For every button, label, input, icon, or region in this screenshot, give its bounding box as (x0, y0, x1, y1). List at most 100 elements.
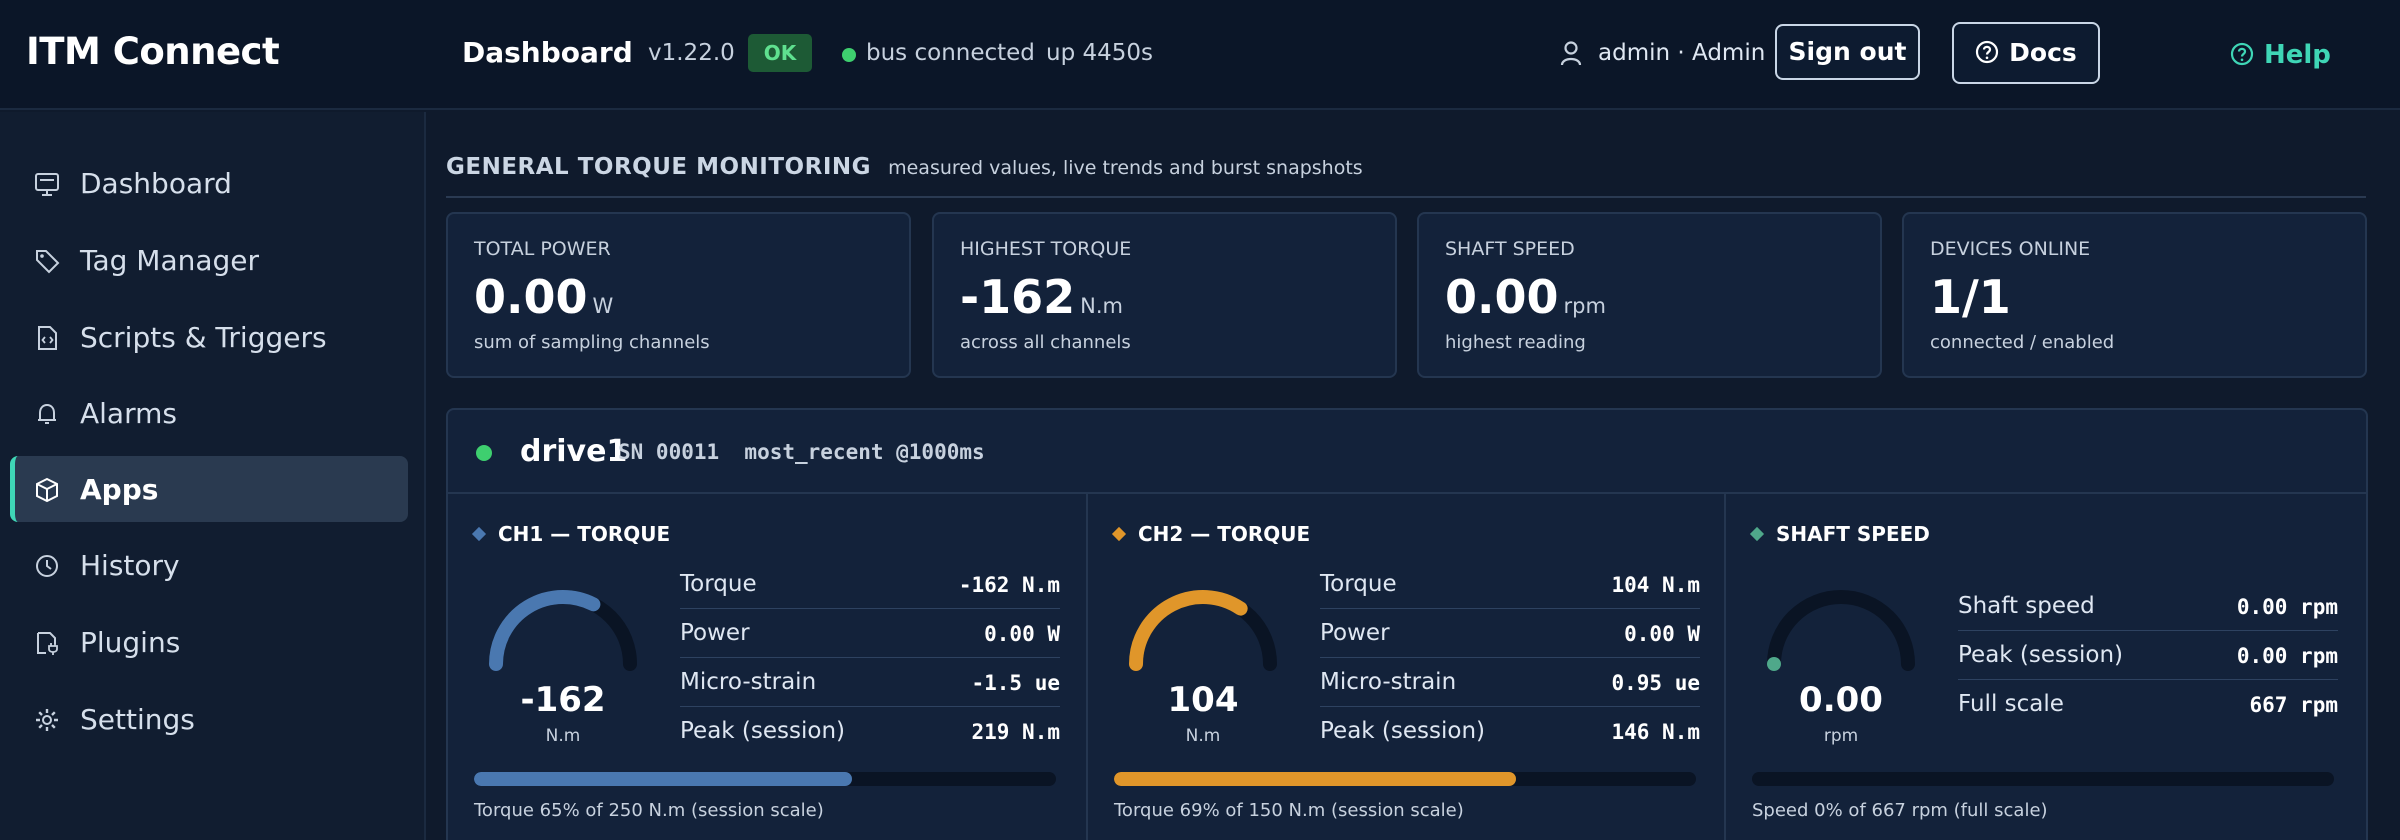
sidebar-item-label: Apps (80, 473, 159, 506)
metric-value: 219 N.m (971, 720, 1060, 744)
kpi-value: 0.00 rpm (1445, 270, 1606, 324)
metric-row: Power 0.00 W (680, 609, 1060, 658)
metric-value: 667 rpm (2249, 693, 2338, 717)
sidebar-item-label: Tag Manager (80, 244, 260, 277)
tag-icon (36, 250, 60, 274)
metric-value: 104 N.m (1611, 573, 1700, 597)
sidebar-item-label: Plugins (80, 626, 181, 659)
sidebar-item-label: Dashboard (80, 167, 232, 200)
page-title: Dashboard (462, 36, 633, 69)
metric-row: Peak (session) 219 N.m (680, 707, 1060, 756)
version-label: v1.22.0 (648, 40, 735, 66)
device-name: drive1 (520, 434, 628, 469)
metrics-table: Shaft speed 0.00 rpm Peak (session) 0.00 r… (1958, 582, 2338, 729)
metric-value: -1.5 ue (971, 671, 1060, 695)
kpi-card-devices-online: DEVICES ONLINE 1/1 connected / enabled (1902, 212, 2367, 378)
kpi-label: SHAFT SPEED (1445, 238, 1575, 260)
channel-panel-shaft-speed: SHAFT SPEED 0.00 rpm Shaft speed 0.00 rpm… (1724, 494, 2362, 840)
sidebar-item-history[interactable]: History (10, 532, 408, 598)
kpi-label: TOTAL POWER (474, 238, 611, 260)
metric-key: Power (680, 620, 750, 646)
uptime-label: up 4450s (1046, 40, 1154, 66)
docs-label: Docs (2009, 38, 2077, 67)
user-icon (1560, 41, 1582, 66)
metric-row: Shaft speed 0.00 rpm (1958, 582, 2338, 631)
kpi-unit: N.m (1080, 294, 1123, 318)
kpi-unit: W (592, 294, 614, 318)
metric-key: Power (1320, 620, 1390, 646)
metric-row: Full scale 667 rpm (1958, 680, 2338, 729)
help-circle-icon (2230, 42, 2254, 65)
metric-key: Peak (session) (1958, 642, 2124, 668)
gauge-unit: rpm (1823, 726, 1859, 746)
metric-key: Shaft speed (1958, 593, 2095, 619)
gauge-value: 0.00 (1799, 680, 1883, 720)
channel-title: SHAFT SPEED (1749, 522, 1930, 546)
gear-icon (36, 709, 58, 731)
kpi-note: highest reading (1445, 332, 1586, 353)
section-title: GENERAL TORQUE MONITORING (446, 154, 872, 180)
help-link[interactable]: Help (2230, 40, 2331, 70)
plug-icon (37, 632, 58, 655)
diamond-icon (1111, 526, 1127, 542)
docs-button[interactable]: Docs (1952, 22, 2100, 84)
channel-title: CH1 — TORQUE (471, 522, 670, 546)
sidebar-item-dashboard[interactable]: Dashboard (10, 150, 408, 216)
app-brand[interactable]: ITM Connect (26, 30, 280, 73)
channel-title: CH2 — TORQUE (1111, 522, 1310, 546)
sidebar-item-apps[interactable]: Apps (10, 456, 408, 522)
sidebar-item-alarms[interactable]: Alarms (10, 380, 408, 446)
progress-fill (474, 772, 853, 786)
sidebar-item-scripts-triggers[interactable]: Scripts & Triggers (10, 304, 408, 370)
channel-gauge (1129, 590, 1277, 671)
device-status-dot (476, 445, 492, 461)
channel-panel-ch2: CH2 — TORQUE 104 N.m Torque 104 N.m Power… (1086, 494, 1724, 840)
sidebar-item-label: History (80, 549, 180, 582)
metric-value: 0.00 W (1624, 622, 1700, 646)
metric-row: Torque 104 N.m (1320, 560, 1700, 609)
kpi-note: across all channels (960, 332, 1131, 353)
sidebar-item-label: Scripts & Triggers (80, 321, 327, 354)
gauge-value: -162 (520, 680, 606, 720)
metric-key: Micro-strain (1320, 669, 1457, 695)
device-meta: SN 00011 most_recent @1000ms (618, 440, 985, 464)
sidebar-item-tag-manager[interactable]: Tag Manager (10, 227, 408, 293)
clock-icon (36, 555, 58, 577)
channel-gauge (489, 590, 637, 671)
metric-value: 0.95 ue (1611, 671, 1700, 695)
metric-row: Micro-strain 0.95 ue (1320, 658, 1700, 707)
metric-value: 0.00 rpm (2236, 595, 2338, 619)
diamond-icon (1749, 526, 1765, 542)
kpi-label: HIGHEST TORQUE (960, 238, 1132, 260)
metric-row: Peak (session) 0.00 rpm (1958, 631, 2338, 680)
kpi-card-highest-torque: HIGHEST TORQUE -162 N.m across all channe… (932, 212, 1397, 378)
sidebar-item-plugins[interactable]: Plugins (10, 609, 408, 675)
gauge-track (1767, 590, 1915, 671)
bell-icon (38, 403, 56, 424)
gauge-fill (1129, 590, 1248, 671)
metrics-table: Torque 104 N.m Power 0.00 W Micro-strain 0.… (1320, 560, 1700, 756)
section-divider (446, 196, 2366, 198)
gauge-value: 104 (1167, 680, 1239, 720)
metric-key: Peak (session) (680, 718, 846, 744)
metric-key: Micro-strain (680, 669, 817, 695)
help-label: Help (2264, 40, 2331, 70)
top-bar: ITM Connect Dashboard v1.22.0 OK bus con… (0, 0, 2400, 110)
progress-caption: Torque 65% of 250 N.m (session scale) (474, 800, 824, 821)
kpi-note: connected / enabled (1930, 332, 2115, 353)
progress-bar (1114, 772, 1696, 786)
metrics-table: Torque -162 N.m Power 0.00 W Micro-strain -… (680, 560, 1060, 756)
sidebar: Dashboard Tag Manager Scripts & Triggers… (0, 112, 426, 840)
metric-value: 0.00 W (984, 622, 1060, 646)
metric-row: Peak (session) 146 N.m (1320, 707, 1700, 756)
metric-row: Power 0.00 W (1320, 609, 1700, 658)
metric-value: 146 N.m (1611, 720, 1700, 744)
script-icon (38, 326, 57, 350)
progress-bar (1752, 772, 2334, 786)
kpi-card-shaft-speed: SHAFT SPEED 0.00 rpm highest reading (1417, 212, 1882, 378)
progress-fill (1114, 772, 1516, 786)
sign-out-button[interactable]: Sign out (1775, 24, 1920, 80)
progress-caption: Torque 69% of 150 N.m (session scale) (1114, 800, 1464, 821)
diamond-icon (471, 526, 487, 542)
sidebar-item-settings[interactable]: Settings (10, 686, 408, 752)
